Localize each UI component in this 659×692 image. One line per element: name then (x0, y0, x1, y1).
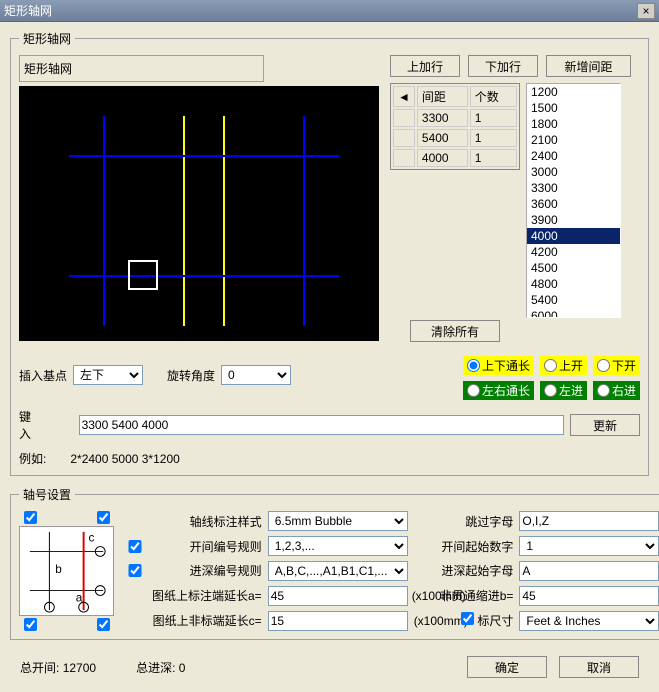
axis-preview: c b a (19, 526, 114, 616)
radio-up-open[interactable]: 上开 (540, 356, 587, 375)
list-item[interactable]: 3900 (527, 212, 620, 228)
open-rule-select[interactable]: 1,2,3,... (268, 536, 408, 556)
svg-text:a: a (76, 591, 83, 604)
axis-group: 轴号设置 c b a (10, 486, 659, 640)
list-item[interactable]: 3600 (527, 196, 620, 212)
list-item[interactable]: 6000 (527, 308, 620, 318)
input-label: 键入 (19, 408, 43, 442)
clear-all-button[interactable]: 清除所有 (410, 320, 500, 342)
nonthru-b-label: 非贯通缩进b= (440, 587, 514, 604)
total-open-value: 12700 (63, 661, 96, 675)
col-spacing: 间距 (417, 86, 468, 107)
add-below-button[interactable]: 下加行 (468, 55, 538, 77)
ok-button[interactable]: 确定 (467, 656, 547, 678)
skip-input[interactable] (519, 511, 659, 531)
list-item[interactable]: 3300 (527, 180, 620, 196)
radio-right-adv[interactable]: 右进 (593, 381, 640, 400)
depth-rule-label: 进深编号规则 (152, 562, 262, 579)
ext-a-label: 图纸上标注端延长a= (152, 587, 262, 604)
radio-lr-full[interactable]: 左右通长 (463, 381, 534, 400)
grid-group: 矩形轴网 矩形轴网 (10, 30, 649, 476)
list-item[interactable]: 1800 (527, 116, 620, 132)
style-label: 轴线标注样式 (152, 513, 262, 530)
spacing-listbox[interactable]: 1200150018002100240030003300360039004000… (526, 83, 621, 318)
svg-text:b: b (55, 563, 62, 576)
example-value: 2*2400 5000 3*1200 (70, 452, 179, 466)
grid-preview (19, 86, 379, 341)
list-item[interactable]: 4500 (527, 260, 620, 276)
radio-ud-full[interactable]: 上下通长 (463, 356, 534, 375)
radio-left-adv[interactable]: 左进 (540, 381, 587, 400)
list-item[interactable]: 4800 (527, 276, 620, 292)
depth-rule-select[interactable]: A,B,C,...,A1,B1,C1,... (268, 561, 408, 581)
svg-text:c: c (89, 532, 95, 545)
axis-group-legend: 轴号设置 (19, 486, 75, 503)
close-icon[interactable]: × (637, 3, 655, 19)
new-spacing-button[interactable]: 新增间距 (546, 55, 631, 77)
ext-a-unit: (x100mm) (412, 589, 434, 603)
spacing-input[interactable] (79, 415, 564, 435)
list-item[interactable]: 3000 (527, 164, 620, 180)
total-depth-value: 0 (179, 661, 186, 675)
list-item[interactable]: 4200 (527, 244, 620, 260)
list-item[interactable]: 1500 (527, 100, 620, 116)
depth-start-label: 进深起始字母 (440, 562, 514, 579)
list-item[interactable]: 5400 (527, 292, 620, 308)
ext-a-input[interactable] (268, 586, 408, 606)
table-row[interactable]: 54001 (393, 129, 517, 147)
check-bot-left[interactable] (24, 618, 37, 631)
list-item[interactable]: 2100 (527, 132, 620, 148)
check-open-rule[interactable] (124, 540, 146, 553)
col-count: 个数 (470, 86, 517, 107)
table-row[interactable]: 33001 (393, 109, 517, 127)
cancel-button[interactable]: 取消 (559, 656, 639, 678)
row-marker-icon: ◄ (398, 90, 410, 104)
check-depth-rule[interactable] (124, 564, 146, 577)
example-label: 例如: (19, 450, 46, 467)
check-top-right[interactable] (97, 511, 110, 524)
ext-c-label: 图纸上非标端延长c= (152, 612, 262, 629)
ext-c-unit: (x100mm) (414, 614, 434, 628)
insert-point-label: 插入基点 (19, 367, 67, 384)
depth-start-input[interactable] (519, 561, 659, 581)
grid-group-legend: 矩形轴网 (19, 30, 75, 47)
check-dim[interactable] (461, 612, 474, 625)
open-rule-label: 开间编号规则 (152, 538, 262, 555)
dim-unit-select[interactable]: Feet & Inches (519, 611, 659, 631)
list-item[interactable]: 4000 (527, 228, 620, 244)
list-item[interactable]: 1200 (527, 84, 620, 100)
nonthru-b-input[interactable] (519, 586, 659, 606)
skip-label: 跳过字母 (440, 513, 514, 530)
check-top-left[interactable] (24, 511, 37, 524)
spacing-table[interactable]: ◄ 间距 个数 33001 54001 40001 (390, 83, 520, 170)
rotate-label: 旋转角度 (167, 367, 215, 384)
dialog-title: 矩形轴网 (4, 0, 52, 22)
inner-label: 矩形轴网 (24, 62, 72, 76)
ext-c-input[interactable] (268, 611, 408, 631)
open-start-select[interactable]: 1 (519, 536, 659, 556)
total-open-label: 总开间: (20, 661, 59, 675)
style-select[interactable]: 6.5mm Bubble (268, 511, 408, 531)
radio-down-open[interactable]: 下开 (593, 356, 640, 375)
add-above-button[interactable]: 上加行 (390, 55, 460, 77)
rotate-select[interactable]: 0 (221, 365, 291, 385)
open-start-label: 开间起始数字 (440, 538, 514, 555)
insert-point-select[interactable]: 左下 (73, 365, 143, 385)
list-item[interactable]: 2400 (527, 148, 620, 164)
update-button[interactable]: 更新 (570, 414, 640, 436)
check-bot-right[interactable] (97, 618, 110, 631)
total-depth-label: 总进深: (136, 661, 175, 675)
table-row[interactable]: 40001 (393, 149, 517, 167)
